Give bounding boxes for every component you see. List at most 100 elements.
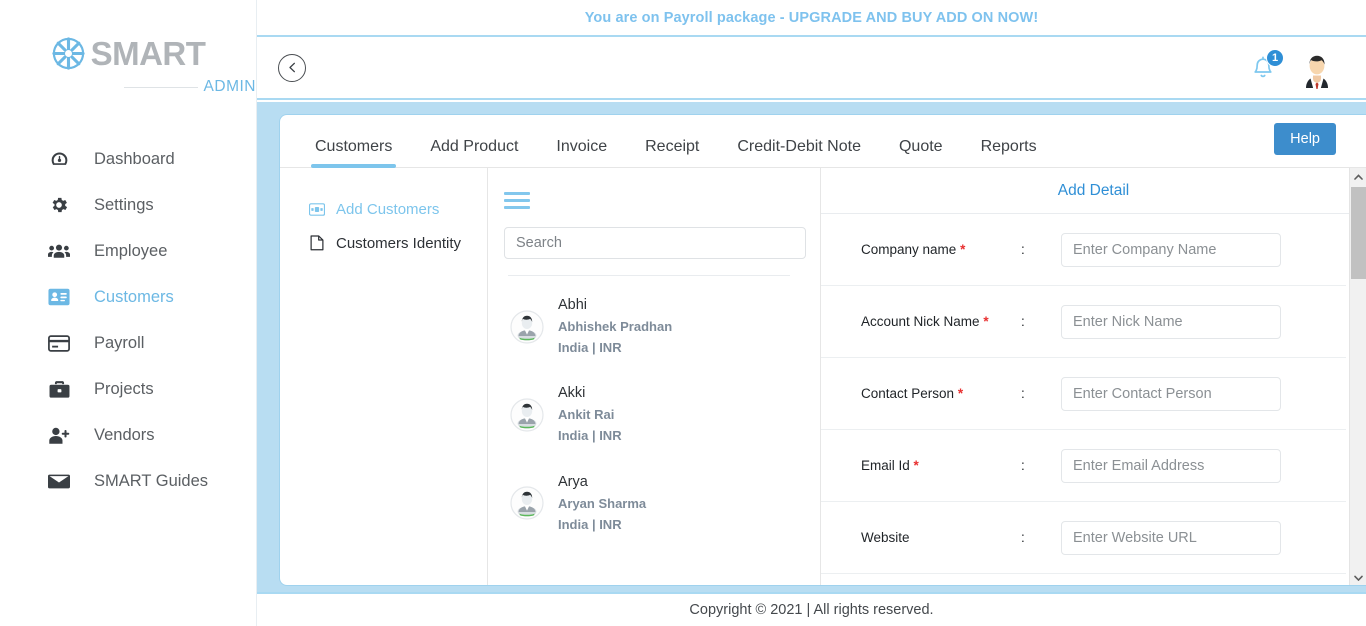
field-row-company-name: Company name * : [821, 214, 1346, 286]
main-area: You are on Payroll package - UPGRADE AND… [257, 0, 1366, 626]
sidebar-item-employee[interactable]: Employee [0, 228, 256, 274]
sidebar-item-vendors[interactable]: Vendors [0, 412, 256, 458]
customer-location: India | INR [558, 515, 646, 535]
sidebar: SMART ADMIN Dashboard [0, 0, 257, 626]
user-suit-avatar-icon[interactable] [1296, 48, 1338, 90]
brand-rule [124, 87, 198, 88]
field-colon: : [1021, 314, 1061, 329]
user-plus-icon [48, 425, 70, 445]
notification-badge: 1 [1266, 49, 1284, 67]
hamburger-icon[interactable] [504, 186, 530, 215]
scroll-down-arrow-icon[interactable] [1350, 569, 1366, 586]
field-row-contact-person: Contact Person * : [821, 358, 1346, 430]
detail-form-panel: Add Detail Company name * : [821, 168, 1366, 586]
email-id-input[interactable] [1061, 449, 1281, 483]
submenu-item-customers-identity[interactable]: Customers Identity [308, 226, 487, 260]
list-item[interactable]: Arya Aryan Sharma India | INR [504, 459, 794, 547]
form-scrollbar[interactable] [1349, 168, 1366, 586]
field-label-text: Account Nick Name [861, 314, 980, 329]
add-detail-link[interactable]: Add Detail [821, 168, 1366, 214]
field-row-website: Website : [821, 502, 1346, 574]
briefcase-icon [48, 379, 70, 399]
account-nick-name-input[interactable] [1061, 305, 1281, 339]
field-row-account-nick-name: Account Nick Name * : [821, 286, 1346, 358]
website-input[interactable] [1061, 521, 1281, 555]
tab-reports[interactable]: Reports [981, 138, 1037, 167]
copyright-text: Copyright © 2021 | All rights reserved. [689, 602, 933, 618]
content-card: Customers Add Product Invoice Receipt Cr… [279, 114, 1366, 586]
field-row-phone-number: Phone Number : [821, 574, 1346, 586]
sidebar-item-label: SMART Guides [94, 472, 208, 491]
customer-full-name: Abhishek Pradhan [558, 316, 672, 338]
notifications-button[interactable]: 1 [1248, 54, 1278, 84]
company-name-input[interactable] [1061, 233, 1281, 267]
field-label: Contact Person * [861, 386, 1021, 401]
envelope-icon [48, 471, 70, 491]
customer-full-name: Aryan Sharma [558, 493, 646, 515]
field-label-text: Contact Person [861, 386, 954, 401]
submenu-item-label: Add Customers [336, 201, 439, 218]
topbar: 1 [257, 37, 1366, 100]
document-icon [308, 235, 325, 251]
sidebar-item-settings[interactable]: Settings [0, 182, 256, 228]
required-marker: * [983, 314, 988, 329]
customer-submenu: Add Customers Customers Identity [280, 168, 488, 586]
sidebar-item-projects[interactable]: Projects [0, 366, 256, 412]
search-input[interactable] [504, 227, 806, 259]
sidebar-item-customers[interactable]: Customers [0, 274, 256, 320]
customer-location: India | INR [558, 426, 622, 446]
customer-list-panel: Abhi Abhishek Pradhan India | INR [488, 168, 821, 586]
required-marker: * [960, 242, 965, 257]
sidebar-item-smart-guides[interactable]: SMART Guides [0, 458, 256, 504]
chevron-left-circle-icon[interactable] [278, 54, 306, 82]
scroll-up-arrow-icon[interactable] [1350, 168, 1366, 185]
sidebar-item-label: Customers [94, 288, 174, 307]
customer-list: Abhi Abhishek Pradhan India | INR [504, 282, 794, 547]
tab-bar: Customers Add Product Invoice Receipt Cr… [280, 115, 1366, 168]
footer: Copyright © 2021 | All rights reserved. [257, 592, 1366, 626]
customer-nick: Akki [558, 383, 622, 404]
sidebar-item-label: Dashboard [94, 150, 175, 169]
app-root: SMART ADMIN Dashboard [0, 0, 1366, 626]
sidebar-item-label: Employee [94, 242, 167, 261]
field-label: Email Id * [861, 458, 1021, 473]
contact-person-input[interactable] [1061, 377, 1281, 411]
promo-banner[interactable]: You are on Payroll package - UPGRADE AND… [257, 0, 1366, 37]
asterisk-wheel-icon [51, 36, 86, 71]
tab-quote[interactable]: Quote [899, 138, 943, 167]
list-item[interactable]: Abhi Abhishek Pradhan India | INR [504, 282, 794, 370]
submenu-item-label: Customers Identity [336, 235, 461, 252]
tab-customers[interactable]: Customers [315, 138, 392, 167]
tab-receipt[interactable]: Receipt [645, 138, 699, 167]
submenu-item-add-customers[interactable]: Add Customers [308, 192, 487, 226]
scrollbar-thumb[interactable] [1351, 187, 1366, 279]
sidebar-nav: Dashboard Settings [0, 136, 256, 504]
bell-icon [1248, 71, 1278, 88]
user-avatar-icon [510, 310, 544, 344]
dashboard-gauge-icon [48, 149, 70, 169]
sidebar-item-label: Settings [94, 196, 154, 215]
help-button[interactable]: Help [1274, 123, 1336, 155]
tab-add-product[interactable]: Add Product [430, 138, 518, 167]
field-colon: : [1021, 386, 1061, 401]
sidebar-item-payroll[interactable]: Payroll [0, 320, 256, 366]
topbar-actions: 1 [1248, 37, 1338, 100]
list-item[interactable]: Akki Ankit Rai India | INR [504, 370, 794, 458]
field-colon: : [1021, 458, 1061, 473]
tab-invoice[interactable]: Invoice [556, 138, 607, 167]
gear-icon [48, 195, 70, 215]
user-avatar-icon [510, 486, 544, 520]
tab-credit-debit-note[interactable]: Credit-Debit Note [737, 138, 861, 167]
field-label: Account Nick Name * [861, 314, 1021, 329]
brand-subtitle: ADMIN [204, 78, 256, 96]
required-marker: * [958, 386, 963, 401]
credit-card-icon [48, 333, 70, 353]
brand-name: SMART [91, 37, 206, 70]
sidebar-item-dashboard[interactable]: Dashboard [0, 136, 256, 182]
customer-location: India | INR [558, 338, 672, 358]
form-fields: Company name * : Account Nick Name * [821, 214, 1366, 586]
field-label: Website [861, 530, 1021, 545]
sidebar-item-label: Projects [94, 380, 154, 399]
brand-logo[interactable]: SMART ADMIN [0, 0, 256, 96]
field-colon: : [1021, 242, 1061, 257]
